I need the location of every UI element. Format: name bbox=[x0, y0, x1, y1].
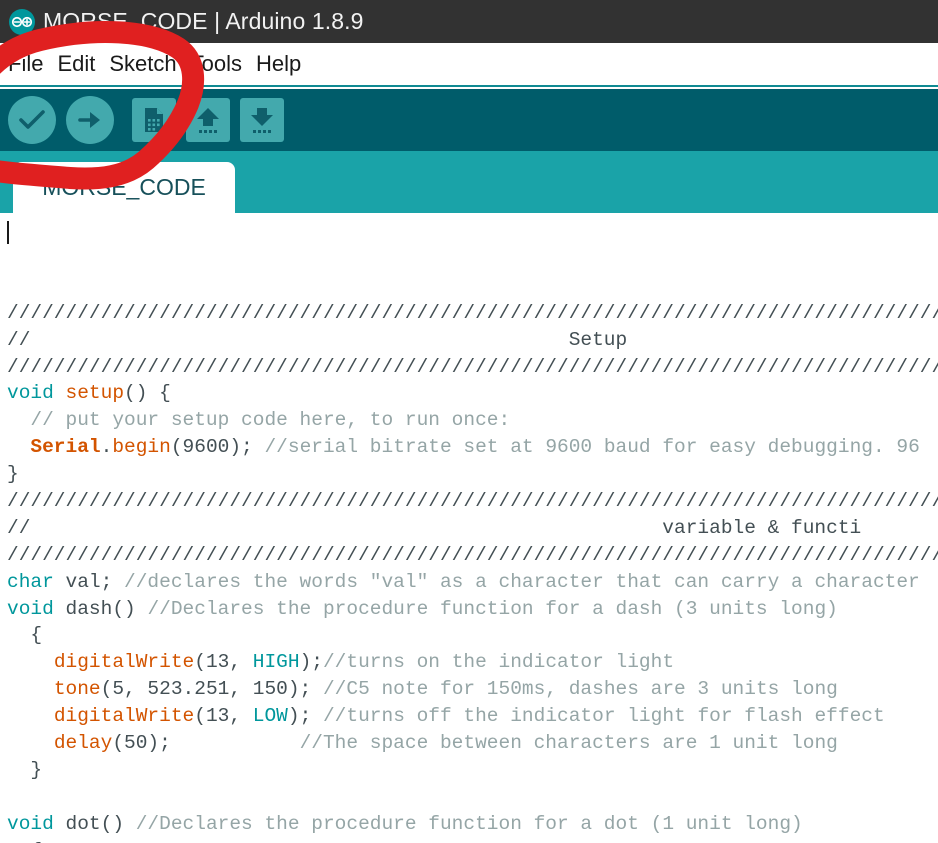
new-button[interactable] bbox=[132, 98, 176, 142]
code-token-fn: delay bbox=[53, 731, 113, 754]
text-caret bbox=[7, 221, 9, 244]
code-token-kw: void bbox=[7, 812, 54, 835]
arrow-up-icon bbox=[195, 106, 221, 134]
code-token-plain: (50); bbox=[112, 731, 300, 754]
code-token-fnb: Serial bbox=[30, 436, 101, 459]
code-token-plain: } bbox=[7, 758, 43, 781]
window-title: MORSE_CODE | Arduino 1.8.9 bbox=[43, 8, 364, 34]
code-token-plain: . bbox=[100, 436, 113, 459]
code-token-plain: (5, 523.251, 150); bbox=[100, 678, 323, 701]
code-line: } bbox=[7, 461, 938, 488]
code-token-lit: LOW bbox=[252, 705, 288, 728]
code-line: void setup() { bbox=[7, 380, 938, 407]
toolbar bbox=[0, 89, 938, 151]
verify-button[interactable] bbox=[8, 96, 56, 144]
code-line: { bbox=[7, 838, 938, 843]
code-token-cmt: //serial bitrate set at 9600 baud for ea… bbox=[264, 436, 920, 459]
code-token-plain: ////////////////////////////////////////… bbox=[7, 489, 938, 512]
menu-item-help[interactable]: Help bbox=[256, 51, 310, 77]
arduino-infinity-icon bbox=[9, 8, 35, 35]
code-line: digitalWrite(13, HIGH);//turns on the in… bbox=[7, 649, 938, 676]
code-token-cmt: //Declares the procedure function for a … bbox=[135, 812, 803, 835]
arrow-down-icon bbox=[249, 106, 275, 134]
checkmark-icon bbox=[19, 110, 45, 130]
code-line: } bbox=[7, 757, 938, 784]
code-content[interactable]: ////////////////////////////////////////… bbox=[7, 219, 938, 843]
code-token-plain: ); bbox=[299, 651, 323, 674]
code-editor[interactable]: ////////////////////////////////////////… bbox=[0, 213, 938, 843]
open-button[interactable] bbox=[186, 98, 230, 142]
code-token-plain: ); bbox=[287, 705, 323, 728]
code-token-plain: (13, bbox=[194, 651, 253, 674]
code-line: char val; //declares the words "val" as … bbox=[7, 569, 938, 596]
code-token-lit: HIGH bbox=[252, 651, 300, 674]
code-token-kw: void bbox=[7, 597, 54, 620]
code-token-cmt: //The space between characters are 1 uni… bbox=[299, 731, 838, 754]
code-line: ////////////////////////////////////////… bbox=[7, 542, 938, 569]
code-token-plain: dot() bbox=[53, 812, 136, 835]
code-token-plain: (13, bbox=[194, 705, 253, 728]
new-file-icon bbox=[142, 107, 166, 133]
title-bar: MORSE_CODE | Arduino 1.8.9 bbox=[0, 0, 938, 43]
code-line: tone(5, 523.251, 150); //C5 note for 150… bbox=[7, 676, 938, 703]
menu-item-edit[interactable]: Edit bbox=[57, 51, 104, 77]
code-token-plain: // Setup bbox=[7, 328, 628, 351]
code-token-cmt: //C5 note for 150ms, dashes are 3 units … bbox=[322, 678, 838, 701]
code-token-kw: void bbox=[7, 382, 54, 405]
code-line: ////////////////////////////////////////… bbox=[7, 300, 938, 327]
code-line: void dot() //Declares the procedure func… bbox=[7, 811, 938, 838]
code-token-plain: ////////////////////////////////////////… bbox=[7, 301, 938, 324]
code-line: void dash() //Declares the procedure fun… bbox=[7, 596, 938, 623]
code-token-cmt: // put your setup code here, to run once… bbox=[7, 409, 511, 432]
code-token-cmt: //turns off the indicator light for flas… bbox=[322, 705, 885, 728]
code-token-plain: } bbox=[7, 463, 19, 486]
tab-label: MORSE_CODE bbox=[42, 174, 206, 200]
code-token-fn: setup bbox=[65, 382, 125, 405]
code-line: // put your setup code here, to run once… bbox=[7, 407, 938, 434]
code-token-plain: { bbox=[7, 624, 43, 647]
menu-item-sketch[interactable]: Sketch bbox=[109, 51, 185, 77]
code-token-plain: // variable & functi bbox=[7, 516, 862, 539]
code-token-cmt: //declares the words "val" as a characte… bbox=[124, 570, 920, 593]
code-line: // Setup bbox=[7, 327, 938, 354]
code-token-plain: val; bbox=[53, 570, 125, 593]
code-line: { bbox=[7, 622, 938, 649]
code-token-plain: ////////////////////////////////////////… bbox=[7, 355, 938, 378]
code-token-plain: dash() bbox=[53, 597, 148, 620]
arduino-ide-window: MORSE_CODE | Arduino 1.8.9 File Edit Ske… bbox=[0, 0, 938, 843]
arrow-right-icon bbox=[78, 109, 102, 131]
save-button[interactable] bbox=[240, 98, 284, 142]
code-token-fn: digitalWrite bbox=[53, 651, 195, 674]
tab-bar: MORSE_CODE bbox=[0, 151, 938, 213]
code-token-plain: (9600); bbox=[170, 436, 265, 459]
code-line: Serial.begin(9600); //serial bitrate set… bbox=[7, 434, 938, 461]
sketch-tab-morse-code[interactable]: MORSE_CODE bbox=[13, 162, 235, 213]
code-line: ////////////////////////////////////////… bbox=[7, 354, 938, 381]
code-token-cmt: //Declares the procedure function for a … bbox=[147, 597, 838, 620]
code-token-plain: () { bbox=[124, 382, 171, 405]
code-token-plain: ////////////////////////////////////////… bbox=[7, 543, 938, 566]
menu-bar: File Edit Sketch Tools Help bbox=[0, 43, 938, 87]
menu-item-tools[interactable]: Tools bbox=[191, 51, 251, 77]
upload-button[interactable] bbox=[66, 96, 114, 144]
code-token-cmt: //turns on the indicator light bbox=[322, 651, 675, 674]
code-token-kw: char bbox=[7, 570, 54, 593]
code-line: ////////////////////////////////////////… bbox=[7, 488, 938, 515]
code-line: // variable & functi bbox=[7, 515, 938, 542]
code-token-fn: digitalWrite bbox=[53, 705, 195, 728]
code-token-plain: { bbox=[7, 840, 42, 843]
code-line: delay(50); //The space between character… bbox=[7, 730, 938, 757]
menu-item-file[interactable]: File bbox=[8, 51, 52, 77]
code-token-fn: begin bbox=[112, 436, 171, 459]
code-line: digitalWrite(13, LOW); //turns off the i… bbox=[7, 703, 938, 730]
code-token-fn: tone bbox=[53, 678, 101, 701]
